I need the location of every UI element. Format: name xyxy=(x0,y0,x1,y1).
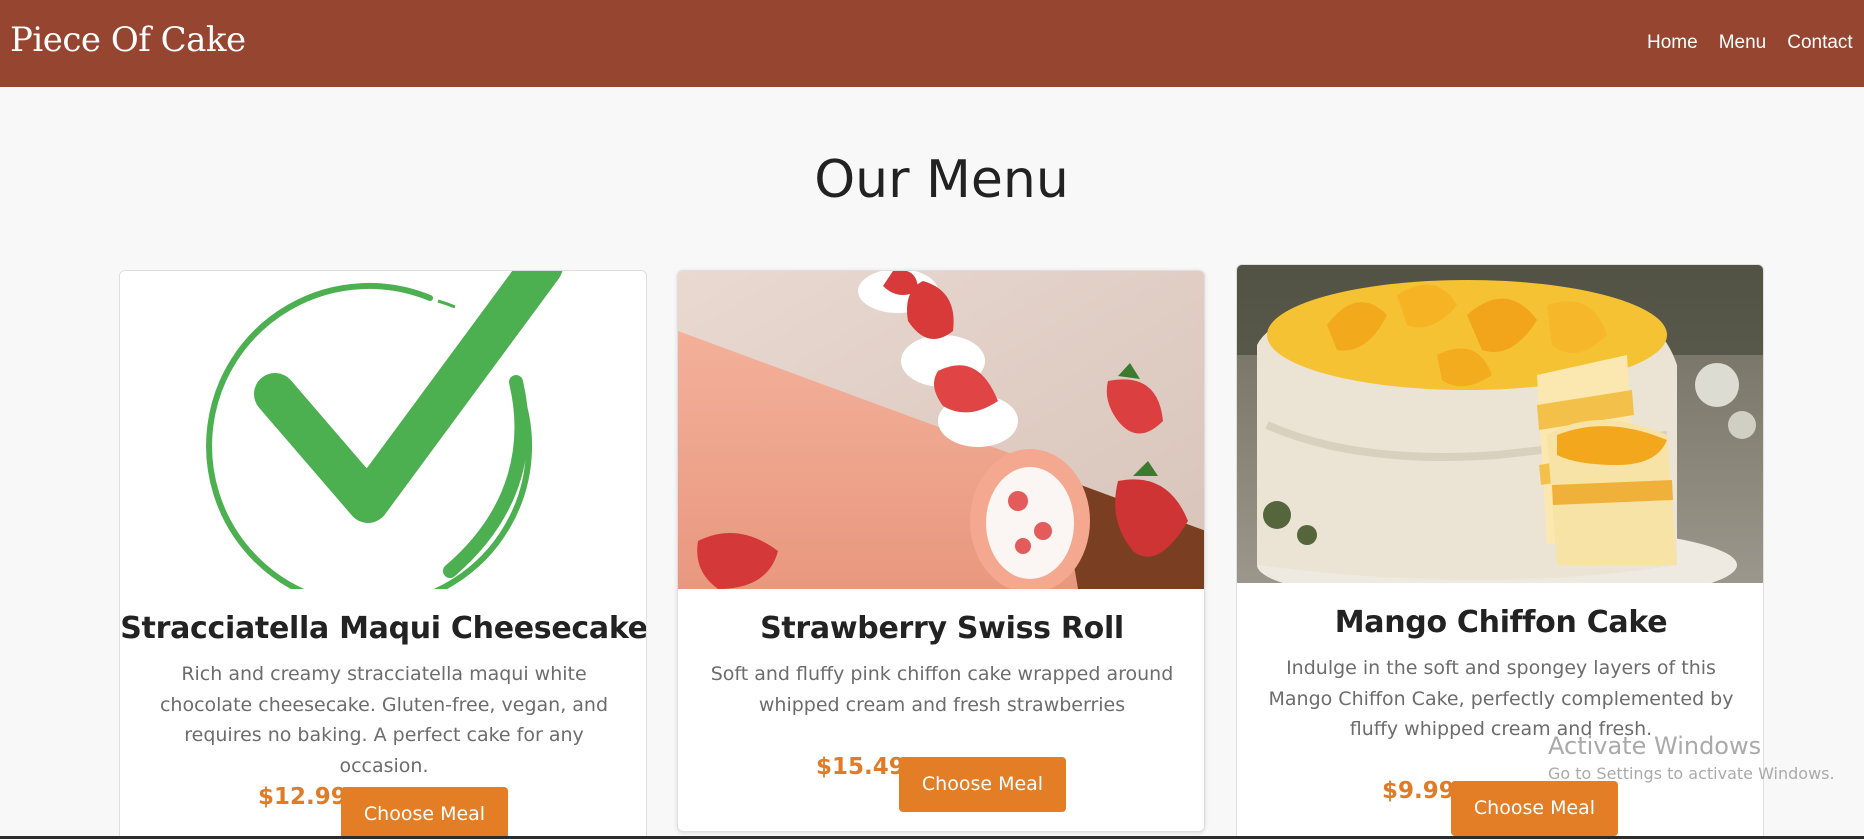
card-title: Stracciatella Maqui Cheesecake xyxy=(120,611,647,646)
watermark-subtitle: Go to Settings to activate Windows. xyxy=(1548,764,1835,783)
brand-logo[interactable]: Piece Of Cake xyxy=(10,20,246,60)
menu-card: Stracciatella Maqui Cheesecake Rich and … xyxy=(119,270,647,839)
activate-windows-watermark: Activate Windows Go to Settings to activ… xyxy=(1548,732,1835,783)
card-price: $15.49 xyxy=(816,754,905,780)
nav-menu-link[interactable]: Menu xyxy=(1719,32,1767,54)
card-title: Mango Chiffon Cake xyxy=(1334,605,1668,640)
card-title: Strawberry Swiss Roll xyxy=(760,611,1124,646)
menu-card: Strawberry Swiss Roll Soft and fluffy pi… xyxy=(677,270,1205,832)
nav-links: Home Menu Contact xyxy=(1647,32,1853,54)
card-description: Indulge in the soft and spongey layers o… xyxy=(1268,657,1734,740)
card-description: Soft and fluffy pink chiffon cake wrappe… xyxy=(710,663,1174,716)
page-title: Our Menu xyxy=(814,150,1069,210)
mango-chiffon-cake-photo xyxy=(1237,265,1763,583)
green-checkmark-icon xyxy=(120,271,646,589)
card-price: $12.99 xyxy=(258,784,347,810)
watermark-title: Activate Windows xyxy=(1548,732,1762,760)
choose-meal-button[interactable]: Choose Meal xyxy=(1451,781,1618,836)
strawberry-swiss-roll-photo xyxy=(678,271,1204,589)
card-description: Rich and creamy stracciatella maqui whit… xyxy=(159,663,609,777)
navbar: Piece Of Cake Home Menu Contact xyxy=(0,0,1864,87)
nav-contact-link[interactable]: Contact xyxy=(1787,32,1852,54)
choose-meal-button[interactable]: Choose Meal xyxy=(899,757,1066,812)
choose-meal-button[interactable]: Choose Meal xyxy=(341,787,508,839)
card-price: $9.99 xyxy=(1382,778,1455,804)
nav-home-link[interactable]: Home xyxy=(1647,32,1698,54)
